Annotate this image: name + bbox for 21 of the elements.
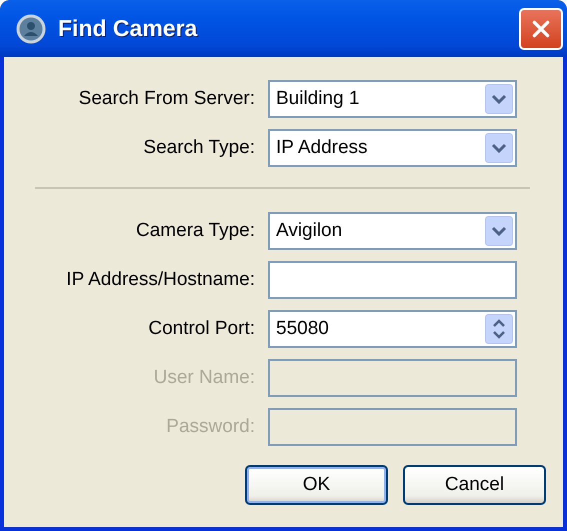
- field-label: Camera Type:: [135, 220, 255, 242]
- dialog-button[interactable]: OK: [245, 465, 388, 505]
- input-field[interactable]: [268, 408, 517, 446]
- dialog-button[interactable]: Cancel: [403, 465, 546, 505]
- input-field[interactable]: [268, 261, 517, 299]
- dropdown[interactable]: Avigilon: [268, 212, 517, 250]
- dropdown[interactable]: Building 1: [268, 80, 517, 118]
- spinner-field[interactable]: 55080: [268, 310, 517, 348]
- field-label: Search From Server:: [78, 88, 255, 110]
- spinner-arrows-icon[interactable]: [485, 314, 513, 344]
- field-label: User Name:: [152, 367, 255, 389]
- field-label: IP Address/Hostname:: [65, 269, 255, 291]
- dropdown[interactable]: IP Address: [268, 129, 517, 167]
- close-icon: [530, 18, 552, 40]
- window-title: Find Camera: [58, 15, 198, 42]
- field-label: Search Type:: [142, 137, 255, 159]
- field-label: Password:: [165, 416, 255, 438]
- field-label: Control Port:: [147, 318, 255, 340]
- app-icon: [16, 14, 46, 44]
- input-field[interactable]: [268, 359, 517, 397]
- close-button[interactable]: [519, 8, 563, 50]
